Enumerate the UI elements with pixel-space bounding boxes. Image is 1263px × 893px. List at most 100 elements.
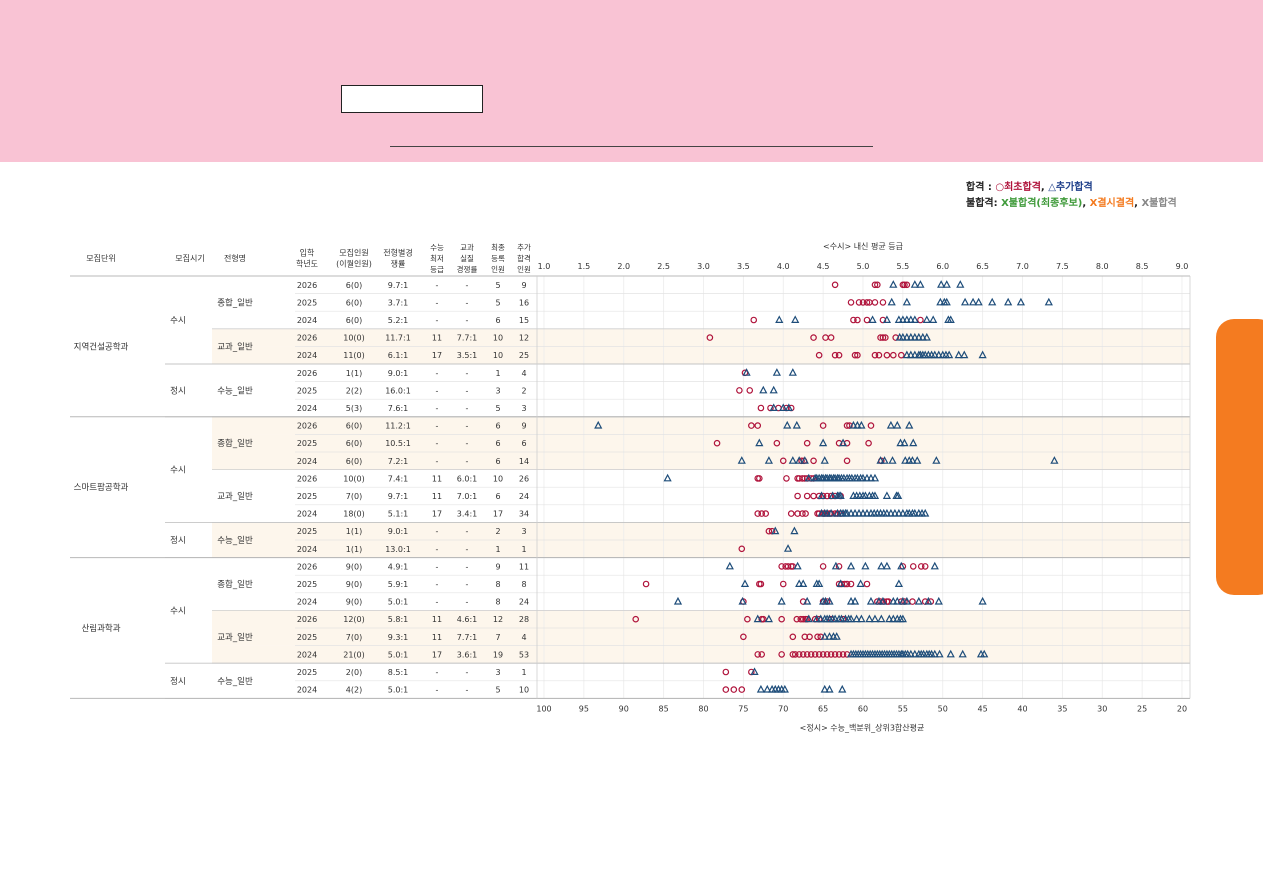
cell-rate: 11.7:1 <box>385 334 411 343</box>
cell-add: 26 <box>519 474 529 483</box>
added-pass-marker <box>838 684 847 693</box>
cell-quota: 10(0) <box>343 474 365 483</box>
cell-quota: 7(0) <box>346 492 362 501</box>
cell-year: 2024 <box>297 686 317 695</box>
cell-add: 24 <box>519 598 529 607</box>
cell-rate: 7.6:1 <box>388 404 409 413</box>
cell-real: - <box>466 439 469 448</box>
added-pass-marker <box>868 315 877 323</box>
cell-quota: 4(2) <box>346 686 362 695</box>
cell-add: 4 <box>521 633 526 642</box>
cell-add: 3 <box>521 404 526 413</box>
cell-rate: 13.0:1 <box>385 545 411 554</box>
cell-add: 9 <box>521 422 526 431</box>
top-tick-label: 8.5 <box>1136 262 1149 271</box>
added-pass-marker <box>870 473 880 482</box>
cell-min: 11 <box>432 633 442 642</box>
added-pass-marker <box>910 280 919 288</box>
cell-year: 2024 <box>297 457 317 466</box>
added-pass-marker <box>916 280 925 288</box>
type-label: 수능_일반 <box>217 676 253 687</box>
added-pass-marker <box>910 315 919 323</box>
cell-reg: 2 <box>495 527 500 536</box>
bottom-tick-label: 45 <box>978 704 988 713</box>
period-label: 수시 <box>170 466 186 476</box>
cell-rate: 10.5:1 <box>385 439 411 448</box>
cell-rate: 11.2:1 <box>385 422 411 431</box>
cell-rate: 9.7:1 <box>388 281 409 290</box>
cell-rate: 9.3:1 <box>388 633 409 642</box>
column-header: 교과 실질 경쟁률 <box>457 243 478 274</box>
cell-add: 1 <box>521 668 526 677</box>
added-pass-marker <box>937 280 946 288</box>
bottom-tick-label: 40 <box>1017 704 1027 713</box>
cell-year: 2024 <box>297 404 317 413</box>
cell-year: 2026 <box>297 281 317 290</box>
cell-min: 17 <box>432 650 442 659</box>
cell-quota: 1(1) <box>346 527 362 536</box>
cell-real: - <box>466 580 469 589</box>
added-pass-marker <box>673 596 683 605</box>
added-pass-marker <box>968 297 978 306</box>
added-pass-marker <box>788 368 797 376</box>
cell-add: 14 <box>519 457 529 466</box>
column-header: 전형명 <box>224 253 246 263</box>
cell-year: 2026 <box>297 615 317 624</box>
cell-min: - <box>436 281 439 290</box>
first-pass-marker <box>871 299 879 306</box>
cell-year: 2024 <box>297 650 317 659</box>
cell-real: - <box>466 457 469 466</box>
top-tick-label: 2.0 <box>617 262 630 271</box>
cell-add: 1 <box>521 545 526 554</box>
cell-rate: 5.0:1 <box>388 650 409 659</box>
cell-quota: 6(0) <box>346 439 362 448</box>
type-label: 수능_일반 <box>217 535 253 546</box>
added-pass-marker <box>934 596 943 605</box>
cell-add: 28 <box>519 615 529 624</box>
cell-add: 25 <box>519 351 529 360</box>
first-pass-marker <box>746 387 754 394</box>
first-pass-marker <box>879 299 887 306</box>
cell-rate: 6.1:1 <box>388 351 409 360</box>
cell-add: 53 <box>519 650 529 659</box>
cell-reg: 10 <box>493 351 503 360</box>
cell-quota: 5(3) <box>346 404 362 413</box>
cell-quota: 2(2) <box>346 386 362 395</box>
first-pass-marker <box>787 510 795 517</box>
period-label: 정시 <box>170 535 186 546</box>
unit-label: 지역건설공학과 <box>74 341 129 352</box>
added-pass-marker <box>889 280 898 288</box>
bottom-tick-label: 30 <box>1097 704 1107 713</box>
bottom-tick-label: 80 <box>698 704 708 713</box>
cell-quota: 12(0) <box>343 615 365 624</box>
cell-year: 2025 <box>297 439 317 448</box>
cell-year: 2024 <box>297 316 317 325</box>
cell-rate: 5.2:1 <box>388 316 409 325</box>
bottom-tick-label: 60 <box>858 704 868 713</box>
added-pass-marker <box>793 561 802 570</box>
cell-reg: 9 <box>495 562 500 571</box>
type-label: 교과_일반 <box>217 632 253 643</box>
cell-real: 3.5:1 <box>457 351 478 360</box>
cell-min: - <box>436 580 439 589</box>
cell-real: - <box>466 316 469 325</box>
cell-rate: 3.7:1 <box>388 298 409 307</box>
cell-min: 11 <box>432 474 442 483</box>
added-pass-marker <box>882 491 892 499</box>
type-label: 종합_일반 <box>217 579 253 590</box>
cell-add: 24 <box>519 492 529 501</box>
added-pass-marker <box>882 561 892 570</box>
added-pass-marker <box>825 684 834 693</box>
cell-add: 9 <box>521 281 526 290</box>
cell-rate: 8.5:1 <box>388 668 409 677</box>
cell-min: - <box>436 298 439 307</box>
cell-min: 17 <box>432 510 442 519</box>
column-header: 입학 학년도 <box>296 248 318 269</box>
first-pass-marker <box>722 686 730 693</box>
added-pass-marker <box>974 297 983 306</box>
cell-real: - <box>466 562 469 571</box>
cell-year: 2025 <box>297 580 317 589</box>
first-pass-marker <box>757 404 765 412</box>
bottom-tick-label: 35 <box>1057 704 1067 713</box>
bottom-tick-label: 25 <box>1137 704 1147 713</box>
